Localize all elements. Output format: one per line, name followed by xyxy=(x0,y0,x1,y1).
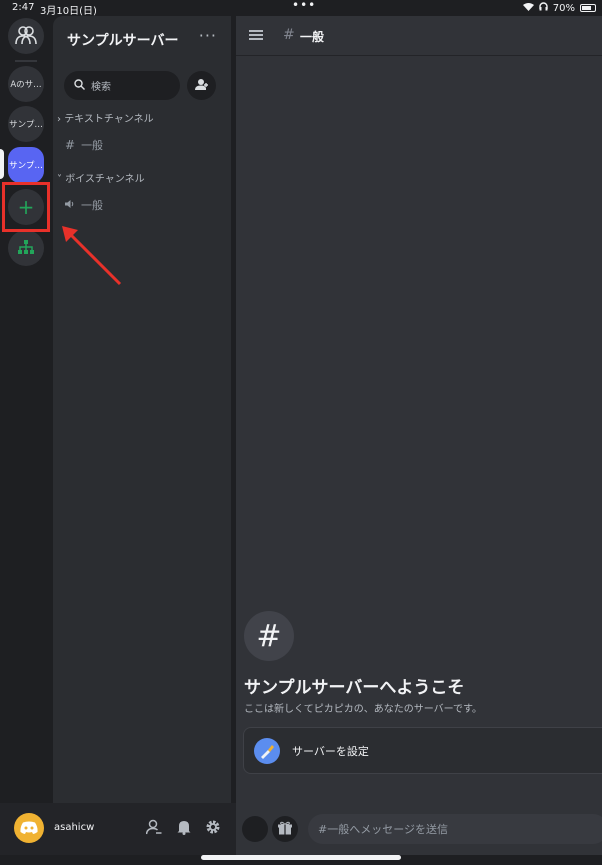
gift-icon xyxy=(278,821,292,838)
welcome-title: サンプルサーバーへようこそ xyxy=(244,678,465,698)
setup-label: サーバーを設定 xyxy=(292,744,369,758)
server-name[interactable]: サンプルサーバー xyxy=(67,30,178,50)
hub-icon xyxy=(18,239,34,257)
red-arrow-annotation xyxy=(62,226,122,286)
chevron-down-icon: ˅ xyxy=(57,174,62,185)
paint-brush-icon xyxy=(254,737,280,764)
header-hash-icon: # xyxy=(283,27,295,43)
add-user-icon xyxy=(194,76,209,95)
user-bar: asahicw xyxy=(0,803,236,855)
status-date: 3月10日(日) xyxy=(40,6,97,17)
hash-icon: # xyxy=(65,138,76,152)
multitask-dots[interactable]: ••• xyxy=(292,0,316,12)
setup-server-button[interactable]: サーバーを設定 xyxy=(243,727,602,774)
speaker-icon xyxy=(65,199,75,212)
menu-icon[interactable] xyxy=(249,30,263,40)
channel-item-general-voice[interactable]: 一般 xyxy=(65,197,103,213)
chevron-right-icon: › xyxy=(57,114,61,125)
server-icon-sample-1[interactable]: サンプ… xyxy=(8,106,44,142)
channel-panel: サンプルサーバー ··· 検索 › テキストチャンネル # 一般 ˅ ボイスチャ… xyxy=(53,16,231,803)
active-server-indicator xyxy=(0,149,4,179)
server-icon-a[interactable]: Aのサ… xyxy=(8,66,44,102)
username[interactable]: asahicw xyxy=(54,822,94,833)
channel-item-general-text[interactable]: # 一般 xyxy=(65,137,103,153)
message-input[interactable] xyxy=(308,814,602,844)
home-indicator[interactable] xyxy=(201,855,401,860)
status-bar: 2:47 3月10日(日) ••• 70% xyxy=(0,0,602,17)
category-voice-channels[interactable]: ˅ ボイスチャンネル xyxy=(57,170,145,185)
battery-icon xyxy=(580,4,596,12)
more-options-button[interactable]: ··· xyxy=(199,26,217,45)
discord-logo-icon xyxy=(20,819,38,838)
category-text-channels[interactable]: › テキストチャンネル xyxy=(57,110,154,125)
message-bar xyxy=(236,803,602,855)
attach-button[interactable] xyxy=(242,816,268,842)
invite-members-button[interactable] xyxy=(187,71,216,100)
welcome-hash-icon: # xyxy=(244,611,294,661)
status-time: 2:47 xyxy=(12,2,35,13)
status-right: 70% xyxy=(522,2,596,14)
channel-title[interactable]: 一般 xyxy=(300,28,324,45)
gift-button[interactable] xyxy=(272,816,298,842)
server-icon-sample-active[interactable]: サンプ… xyxy=(8,147,44,183)
headphones-icon xyxy=(539,2,548,14)
search-button[interactable]: 検索 xyxy=(64,71,180,100)
direct-messages-button[interactable] xyxy=(8,18,44,54)
server-rail: Aのサ… サンプ… サンプ… + xyxy=(0,16,53,803)
avatar[interactable] xyxy=(14,813,44,843)
friends-icon xyxy=(15,25,37,48)
channel-label: 一般 xyxy=(81,199,103,212)
category-label: ボイスチャンネル xyxy=(65,174,145,185)
discover-servers-button[interactable] xyxy=(8,230,44,266)
channel-label: 一般 xyxy=(81,139,104,152)
battery-percent: 70% xyxy=(552,2,575,14)
chat-area: # 一般 # サンプルサーバーへようこそ ここは新しくてピカピカの、あなたのサー… xyxy=(236,16,602,803)
highlight-box xyxy=(2,182,50,232)
wifi-icon xyxy=(522,2,534,14)
user-status-icon[interactable] xyxy=(145,818,163,836)
gear-icon[interactable] xyxy=(204,818,222,836)
welcome-subtitle: ここは新しくてピカピカの、あなたのサーバーです。 xyxy=(244,704,482,715)
rail-separator xyxy=(15,60,37,62)
category-label: テキストチャンネル xyxy=(64,114,154,125)
search-icon xyxy=(74,78,85,93)
channel-header: # 一般 xyxy=(236,16,602,56)
search-placeholder: 検索 xyxy=(91,82,111,93)
bell-icon[interactable] xyxy=(175,818,193,836)
